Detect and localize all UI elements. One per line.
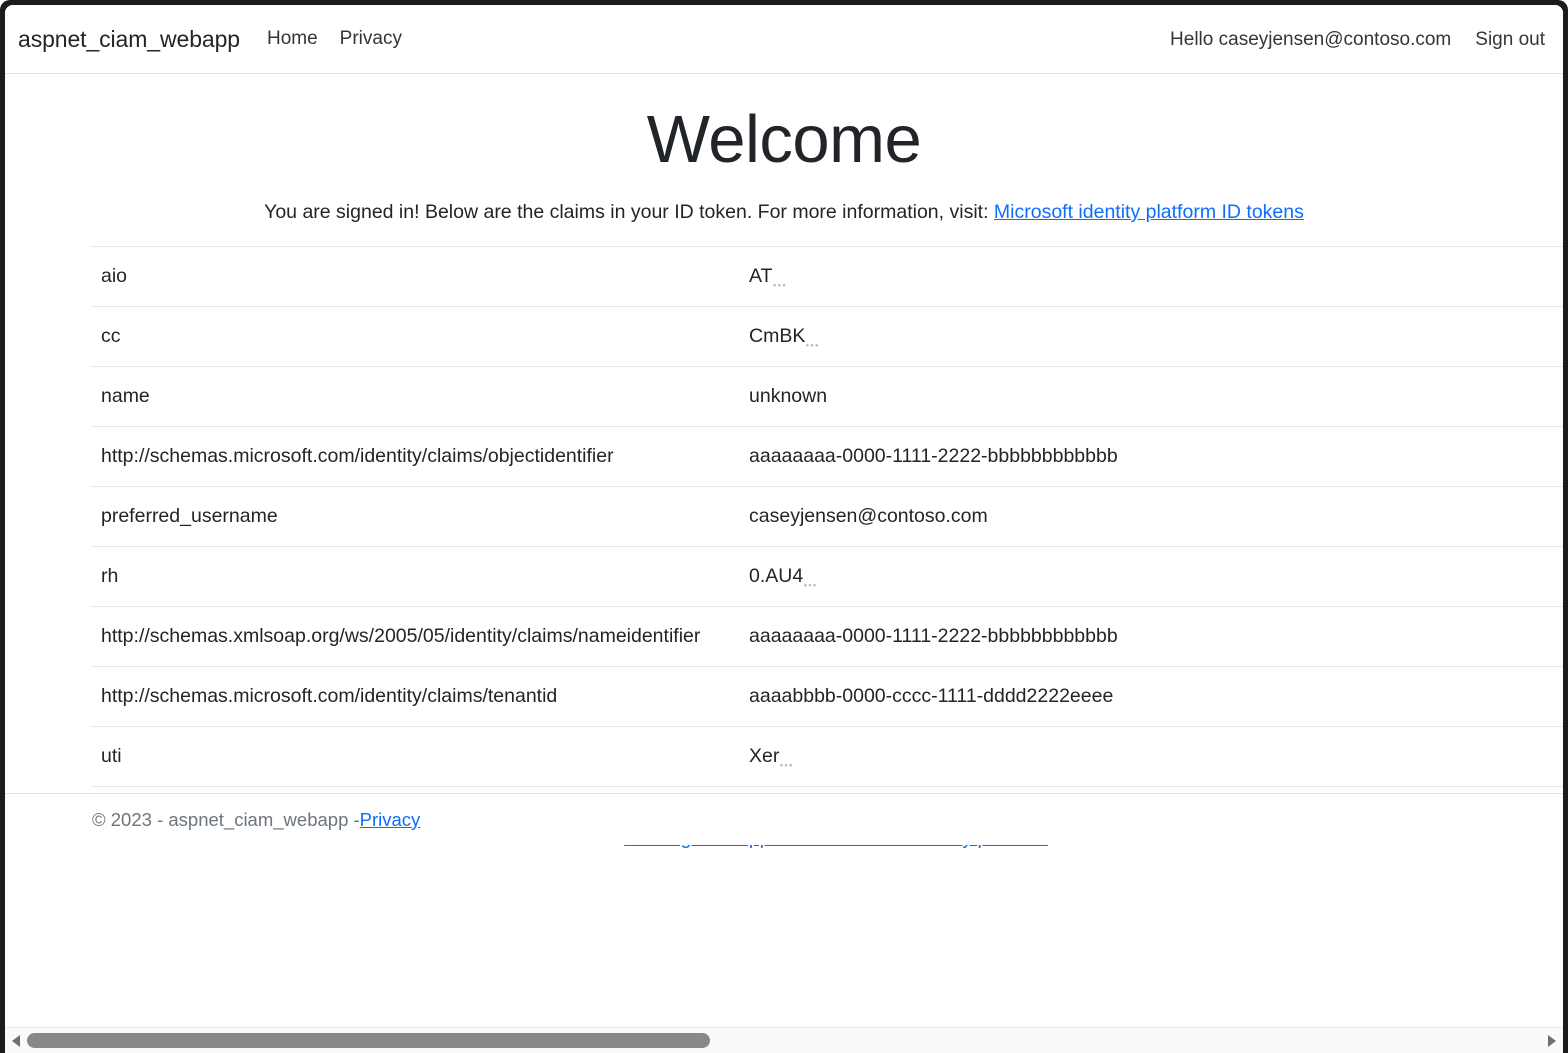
footer-copyright: © 2023 - aspnet_ciam_webapp -	[92, 809, 360, 831]
claim-value-cell: aaaaaaaa-0000-1111-2222-bbbbbbbbbbbb	[739, 607, 1499, 667]
truncation-ellipsis: ...	[803, 573, 817, 590]
truncation-ellipsis: ...	[805, 333, 819, 350]
claim-value-text: AT	[749, 265, 772, 287]
truncation-ellipsis: ...	[779, 753, 793, 770]
nav-link-home[interactable]: Home	[267, 28, 318, 50]
intro-prefix: You are signed in! Below are the claims …	[264, 201, 994, 223]
horizontal-scrollbar[interactable]	[5, 1027, 1563, 1053]
claim-type-cell: http://schemas.microsoft.com/identity/cl…	[91, 667, 739, 727]
claim-extra-cell	[1499, 367, 1563, 427]
chevron-right-icon	[1548, 1035, 1556, 1047]
claim-extra-cell	[1499, 307, 1563, 367]
claims-table-row: nameunknown	[91, 367, 1563, 427]
main-content: Welcome You are signed in! Below are the…	[5, 101, 1563, 850]
browser-window: aspnet_ciam_webapp Home Privacy Hello ca…	[0, 0, 1568, 1053]
site-footer: © 2023 - aspnet_ciam_webapp - Privacy	[5, 793, 1563, 845]
claims-table-row: uti Xer...	[91, 727, 1563, 787]
chevron-left-icon	[12, 1035, 20, 1047]
sign-out-button[interactable]: Sign out	[1475, 29, 1545, 51]
claim-extra-cell	[1499, 427, 1563, 487]
claim-value-text: CmBK	[749, 325, 805, 347]
claim-type-cell: rh	[91, 547, 739, 607]
claim-value-cell: AT...	[739, 247, 1499, 307]
user-greeting: Hello caseyjensen@contoso.com	[1170, 29, 1451, 51]
claim-value-text: 0.AU4	[749, 565, 803, 587]
claims-table-row: rh 0.AU4...	[91, 547, 1563, 607]
navbar-user-section: Hello caseyjensen@contoso.com Sign out	[1170, 5, 1545, 74]
footer-privacy-link[interactable]: Privacy	[360, 809, 421, 831]
claim-type-cell: uti	[91, 727, 739, 787]
claim-value-cell: Xer...	[739, 727, 1499, 787]
scrollbar-track[interactable]	[27, 1028, 1541, 1053]
claim-value-cell: caseyjensen@contoso.com	[739, 487, 1499, 547]
claim-value-text: Xer	[749, 745, 779, 767]
claim-extra-cell	[1499, 487, 1563, 547]
claim-extra-cell	[1499, 547, 1563, 607]
claim-type-cell: aio	[91, 247, 739, 307]
redacted-value: Xer...	[749, 745, 793, 768]
intro-text: You are signed in! Below are the claims …	[5, 201, 1563, 224]
claim-value-cell: unknown	[739, 367, 1499, 427]
claim-extra-cell	[1499, 607, 1563, 667]
claim-extra-cell	[1499, 727, 1563, 787]
truncation-ellipsis: ...	[772, 273, 786, 290]
site-navbar: aspnet_ciam_webapp Home Privacy Hello ca…	[5, 5, 1563, 74]
claims-table-row: http://schemas.microsoft.com/identity/cl…	[91, 427, 1563, 487]
claim-value-cell: 0.AU4...	[739, 547, 1499, 607]
id-tokens-doc-link[interactable]: Microsoft identity platform ID tokens	[994, 201, 1304, 223]
claim-value-cell: CmBK...	[739, 307, 1499, 367]
claim-value-cell: aaaaaaaa-0000-1111-2222-bbbbbbbbbbbb	[739, 427, 1499, 487]
claim-type-cell: cc	[91, 307, 739, 367]
browser-viewport: aspnet_ciam_webapp Home Privacy Hello ca…	[5, 5, 1563, 1053]
claims-table: aioAT...ccCmBK...nameunknownhttp://schem…	[91, 246, 1563, 787]
page-title: Welcome	[5, 101, 1563, 178]
claim-extra-cell	[1499, 667, 1563, 727]
claim-value-cell: aaaabbbb-0000-cccc-1111-dddd2222eeee	[739, 667, 1499, 727]
nav-link-privacy[interactable]: Privacy	[340, 28, 402, 50]
redacted-value: CmBK...	[749, 325, 819, 348]
redacted-value: AT...	[749, 265, 787, 288]
navbar-brand[interactable]: aspnet_ciam_webapp	[18, 26, 240, 53]
claims-table-body: aioAT...ccCmBK...nameunknownhttp://schem…	[91, 247, 1563, 787]
claim-extra-cell	[1499, 247, 1563, 307]
claims-table-row: http://schemas.microsoft.com/identity/cl…	[91, 667, 1563, 727]
claims-table-row: cc CmBK...	[91, 307, 1563, 367]
scroll-left-button[interactable]	[5, 1028, 27, 1053]
redacted-value: 0.AU4...	[749, 565, 817, 588]
claim-type-cell: preferred_username	[91, 487, 739, 547]
claims-table-row: preferred_usernamecaseyjensen@contoso.co…	[91, 487, 1563, 547]
claim-type-cell: name	[91, 367, 739, 427]
claim-type-cell: http://schemas.xmlsoap.org/ws/2005/05/id…	[91, 607, 739, 667]
page-canvas: aspnet_ciam_webapp Home Privacy Hello ca…	[5, 5, 1563, 1027]
claims-table-row: aio AT...	[91, 247, 1563, 307]
claims-table-container: aioAT...ccCmBK...nameunknownhttp://schem…	[5, 246, 1563, 787]
scrollbar-thumb[interactable]	[27, 1033, 710, 1048]
claims-table-row: http://schemas.xmlsoap.org/ws/2005/05/id…	[91, 607, 1563, 667]
scroll-right-button[interactable]	[1541, 1028, 1563, 1053]
claim-type-cell: http://schemas.microsoft.com/identity/cl…	[91, 427, 739, 487]
